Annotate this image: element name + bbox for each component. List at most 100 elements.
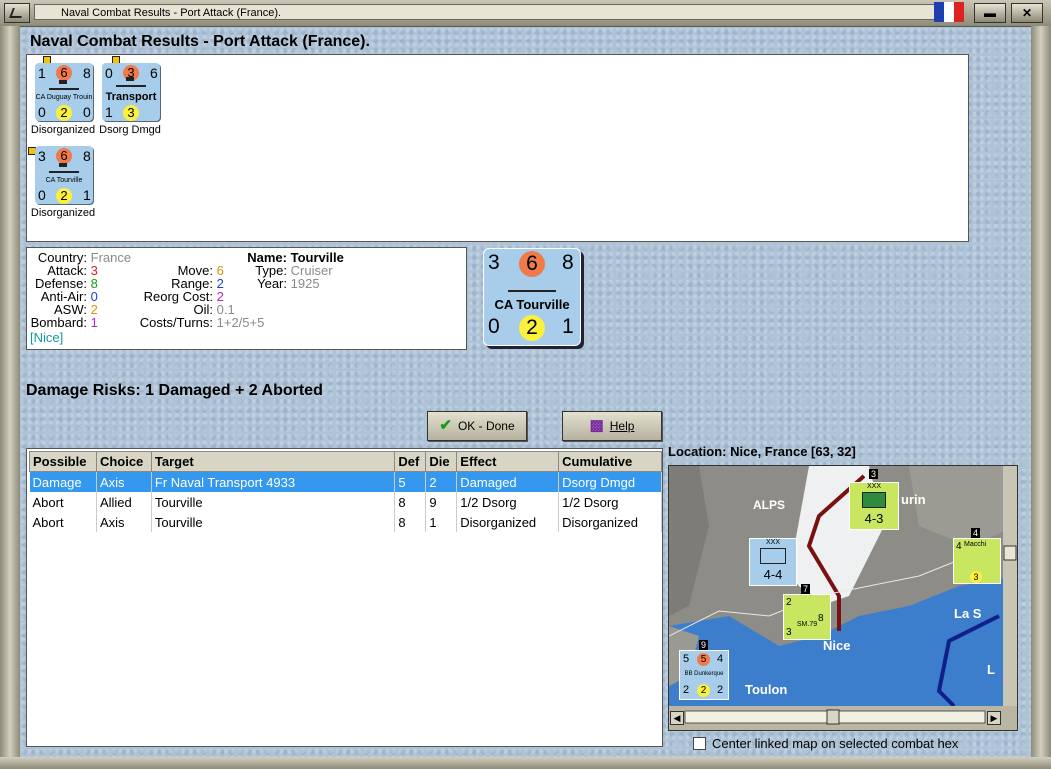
map-unit-ship[interactable]: 5 5 4 BB Dunkerque 2 2 2 (679, 650, 729, 700)
map-label: Toulon (745, 682, 788, 697)
table-cell: 9 (425, 492, 458, 512)
counter-value: 1 (38, 65, 46, 81)
unit-info-panel: Country: France Attack: 3 Defense: 8 Ant… (26, 247, 467, 350)
table-row[interactable]: Abort Allied Tourville 8 9 1/2 Dsorg 1/2… (29, 492, 662, 512)
checkbox-label: Center linked map on selected combat hex (712, 736, 959, 751)
counter-value: 1 (105, 104, 113, 120)
unit-value: 2 (683, 684, 690, 696)
ok-done-label: OK - Done (457, 419, 515, 433)
stack-count: 3 (869, 469, 879, 479)
ship-icon (508, 285, 556, 292)
unit-list: 1 6 8 CA Duguay Trouin 0 2 0 Disorganize… (26, 54, 969, 242)
defense-value: 2 (56, 188, 72, 204)
table-cell: 8 (394, 512, 427, 532)
table-cell: Axis (96, 512, 152, 532)
unit-value: 3 (786, 627, 792, 638)
table-cell: 5 (394, 471, 427, 492)
table-cell: Abort (29, 492, 97, 512)
frame-left (0, 26, 20, 769)
table-cell: Dsorg Dmgd (558, 471, 662, 492)
column-header[interactable]: Target (150, 451, 396, 472)
map-unit-army[interactable]: XXX 4-3 (849, 482, 899, 530)
attack-value: 6 (519, 251, 545, 277)
column-header[interactable]: Effect (456, 451, 560, 472)
table-cell: Allied (96, 492, 152, 512)
column-header[interactable]: Def (394, 451, 427, 472)
counter-value: 0 (105, 65, 113, 81)
unit-counter[interactable]: 0 3 6 Transport 1 3 (102, 63, 160, 121)
unit-counter[interactable]: 3 6 8 CA Tourville 0 2 1 (35, 146, 93, 204)
unit-value: 5 (697, 653, 710, 666)
map-unit-corps[interactable]: XXX 4-4 (749, 538, 797, 586)
table-cell: Tourville (151, 492, 396, 512)
infantry-icon (862, 492, 886, 508)
map-unit-aircraft[interactable]: 2 8 SM.79 3 (783, 594, 831, 640)
scroll-right-button[interactable]: ▶ (987, 711, 1001, 725)
year-value: 1925 (290, 276, 320, 291)
map-unit-aircraft[interactable]: 4 Macchi 3 (953, 538, 1001, 584)
unit-value: 3 (970, 571, 982, 583)
column-header[interactable]: Possible (29, 451, 97, 472)
system-menu-icon[interactable] (4, 3, 30, 23)
counter-value: 3 (488, 251, 500, 274)
counter-value: 6 (150, 65, 158, 81)
unit-size: XXX (866, 483, 881, 490)
help-button[interactable]: ▩ Help (562, 411, 662, 441)
unit-value: 2 (786, 597, 792, 608)
table-row[interactable]: Abort Axis Tourville 8 1 Disorganized Di… (29, 512, 662, 532)
location-link[interactable]: [Nice] (30, 331, 63, 344)
unit-value: 2 (697, 684, 710, 697)
unit-name: CA Duguay Trouin (35, 94, 93, 101)
map-label: L (987, 662, 995, 677)
map-label: La S (954, 606, 982, 621)
combat-results-table: Possible Choice Target Def Die Effect Cu… (26, 448, 663, 747)
table-row[interactable]: Damage Axis Fr Naval Transport 4933 5 2 … (29, 471, 662, 492)
column-header[interactable]: Die (425, 451, 458, 472)
unit-value: 4 (956, 541, 962, 552)
ship-icon (49, 163, 79, 173)
unit-counter[interactable]: 1 6 8 CA Duguay Trouin 0 2 0 (35, 63, 93, 121)
france-flag-icon (934, 2, 964, 22)
stack-count: 4 (971, 528, 981, 538)
counter-value: 8 (83, 148, 91, 164)
unit-name: CA Tourville (45, 177, 83, 184)
close-button[interactable]: ✕ (1011, 3, 1043, 23)
column-header[interactable]: Choice (95, 451, 152, 472)
map-label: ALPS (753, 498, 786, 512)
checkbox-icon[interactable] (693, 737, 706, 750)
ship-icon (116, 77, 146, 87)
counter-value: 0 (38, 187, 46, 203)
table-cell: 1/2 Dsorg (558, 492, 662, 512)
window-title: Naval Combat Results - Port Attack (Fran… (34, 4, 954, 20)
frame-right (1031, 26, 1051, 769)
unit-strength: 4-3 (864, 511, 884, 526)
ship-icon (49, 80, 79, 90)
stack-count: 7 (801, 584, 811, 594)
table-cell: Axis (96, 471, 152, 492)
linked-map[interactable]: ALPS urin Nice Toulon La S L XXX 4-4 XXX… (668, 465, 1018, 731)
minimize-button[interactable]: ▬ (974, 3, 1006, 23)
stack-count: 9 (699, 640, 709, 650)
unit-value: 4 (717, 653, 724, 665)
ok-done-button[interactable]: ✔ OK - Done (427, 411, 527, 441)
table-cell: 2 (425, 471, 458, 492)
bombard-label: Bombard: (30, 315, 87, 330)
infantry-icon (760, 548, 786, 564)
help-label: Help (609, 419, 635, 433)
scroll-left-button[interactable]: ◀ (670, 711, 684, 725)
frame-bottom (0, 757, 1051, 769)
damage-risks: Damage Risks: 1 Damaged + 2 Aborted (26, 382, 323, 399)
counter-value: 8 (562, 251, 574, 274)
defense-value: 2 (56, 105, 72, 121)
column-header[interactable]: Cumulative (558, 451, 662, 472)
check-icon: ✔ (439, 417, 452, 434)
table-cell: Fr Naval Transport 4933 (151, 471, 396, 492)
unit-value: 5 (683, 653, 690, 665)
unit-size: XXX (765, 539, 780, 546)
table-cell: Damage (29, 471, 97, 492)
counter-value: 3 (38, 148, 46, 164)
center-map-checkbox[interactable]: Center linked map on selected combat hex (693, 736, 958, 751)
unit-name: Macchi (964, 541, 987, 548)
map-label: Nice (823, 638, 851, 653)
page-title: Naval Combat Results - Port Attack (Fran… (30, 33, 370, 50)
